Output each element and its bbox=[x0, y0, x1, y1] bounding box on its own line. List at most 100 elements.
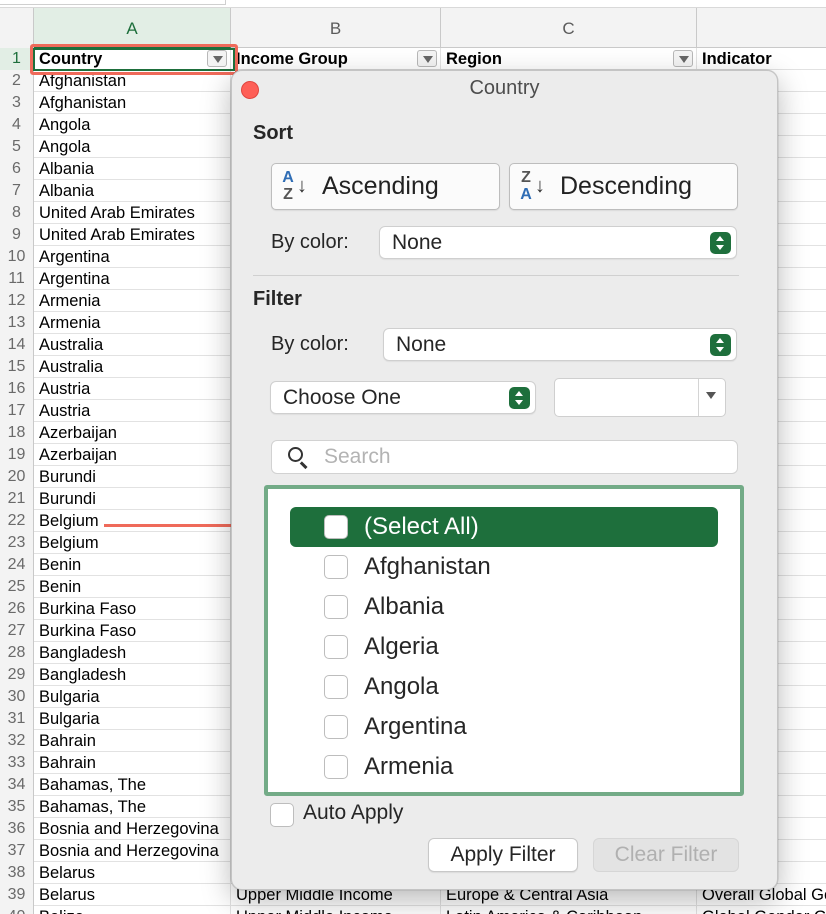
filter-list-item[interactable]: Albania bbox=[290, 587, 718, 627]
cell-country[interactable]: Albania bbox=[34, 180, 231, 202]
row-number[interactable]: 6 bbox=[0, 158, 34, 180]
auto-apply-label[interactable]: Auto Apply bbox=[303, 801, 403, 825]
cell-region[interactable]: Latin America & Caribbean bbox=[441, 906, 697, 914]
cell-country[interactable]: Benin bbox=[34, 576, 231, 598]
row-number[interactable]: 4 bbox=[0, 114, 34, 136]
row-number[interactable]: 29 bbox=[0, 664, 34, 686]
cell-country[interactable]: Bahamas, The bbox=[34, 774, 231, 796]
row-number[interactable]: 34 bbox=[0, 774, 34, 796]
filter-list-item[interactable]: Angola bbox=[290, 667, 718, 707]
row-number[interactable]: 13 bbox=[0, 312, 34, 334]
cell-country[interactable]: Belgium bbox=[34, 532, 231, 554]
row-number[interactable]: 16 bbox=[0, 378, 34, 400]
row-number[interactable]: 38 bbox=[0, 862, 34, 884]
cell-country[interactable]: Belarus bbox=[34, 862, 231, 884]
cell-country[interactable]: Burundi bbox=[34, 466, 231, 488]
row-number[interactable]: 35 bbox=[0, 796, 34, 818]
row-number[interactable]: 20 bbox=[0, 466, 34, 488]
row-number[interactable]: 37 bbox=[0, 840, 34, 862]
column-header-d[interactable] bbox=[697, 8, 826, 48]
item-checkbox[interactable] bbox=[324, 715, 348, 739]
cell-income-group[interactable]: Upper Middle Income bbox=[231, 906, 441, 914]
income-group-filter-dropdown-button[interactable] bbox=[417, 50, 437, 67]
cell-country[interactable]: Bahrain bbox=[34, 752, 231, 774]
cell-country[interactable]: Belarus bbox=[34, 884, 231, 906]
filter-list-item[interactable]: Algeria bbox=[290, 627, 718, 667]
chevron-down-icon[interactable] bbox=[706, 392, 716, 399]
cell-country[interactable]: Burkina Faso bbox=[34, 620, 231, 642]
row-number[interactable]: 33 bbox=[0, 752, 34, 774]
cell-country[interactable]: Bahamas, The bbox=[34, 796, 231, 818]
filter-list-item[interactable]: Afghanistan bbox=[290, 547, 718, 587]
column-header-a[interactable]: A bbox=[34, 8, 231, 48]
cell-country[interactable]: Benin bbox=[34, 554, 231, 576]
auto-apply-checkbox[interactable] bbox=[270, 803, 294, 827]
row-number[interactable]: 21 bbox=[0, 488, 34, 510]
cell-country[interactable]: Belgium bbox=[34, 510, 231, 532]
cell-country[interactable]: United Arab Emirates bbox=[34, 202, 231, 224]
cell-country[interactable]: Azerbaijan bbox=[34, 444, 231, 466]
row-number[interactable]: 27 bbox=[0, 620, 34, 642]
row-number[interactable]: 26 bbox=[0, 598, 34, 620]
header-cell-income-group[interactable]: Income Group bbox=[231, 48, 441, 70]
row-number[interactable]: 31 bbox=[0, 708, 34, 730]
row-number[interactable]: 23 bbox=[0, 532, 34, 554]
row-number[interactable]: 22 bbox=[0, 510, 34, 532]
row-number[interactable]: 24 bbox=[0, 554, 34, 576]
sort-descending-button[interactable]: Z A ↓ Descending bbox=[509, 163, 738, 210]
cell-country[interactable]: Armenia bbox=[34, 312, 231, 334]
row-number[interactable]: 36 bbox=[0, 818, 34, 840]
condition-select[interactable]: Choose One bbox=[270, 381, 536, 414]
column-header-b[interactable]: B bbox=[231, 8, 441, 48]
cell-country[interactable]: Angola bbox=[34, 136, 231, 158]
row-number[interactable]: 32 bbox=[0, 730, 34, 752]
cell-country[interactable]: Argentina bbox=[34, 268, 231, 290]
row-number[interactable]: 5 bbox=[0, 136, 34, 158]
row-number[interactable]: 10 bbox=[0, 246, 34, 268]
cell-country[interactable]: Bulgaria bbox=[34, 686, 231, 708]
cell-country[interactable]: Burundi bbox=[34, 488, 231, 510]
item-checkbox[interactable] bbox=[324, 635, 348, 659]
cell-country[interactable]: Burkina Faso bbox=[34, 598, 231, 620]
cell-country[interactable]: Austria bbox=[34, 400, 231, 422]
cell-country[interactable]: Bosnia and Herzegovina bbox=[34, 840, 231, 862]
clear-filter-button[interactable]: Clear Filter bbox=[593, 838, 739, 872]
header-cell-region[interactable]: Region bbox=[441, 48, 697, 70]
row-number[interactable]: 19 bbox=[0, 444, 34, 466]
search-field[interactable]: Search bbox=[271, 440, 738, 474]
filter-list-item[interactable]: (Select All) bbox=[290, 507, 718, 547]
cell-country[interactable]: Bahrain bbox=[34, 730, 231, 752]
item-checkbox[interactable] bbox=[324, 755, 348, 779]
item-checkbox[interactable] bbox=[324, 595, 348, 619]
row-number[interactable]: 9 bbox=[0, 224, 34, 246]
row-number[interactable]: 11 bbox=[0, 268, 34, 290]
cell-country[interactable]: Australia bbox=[34, 356, 231, 378]
cell-country[interactable]: United Arab Emirates bbox=[34, 224, 231, 246]
cell-country[interactable]: Albania bbox=[34, 158, 231, 180]
cell-country[interactable]: Bosnia and Herzegovina bbox=[34, 818, 231, 840]
filter-list-item[interactable]: Armenia bbox=[290, 747, 718, 787]
row-number[interactable]: 28 bbox=[0, 642, 34, 664]
header-cell-indicator[interactable]: Indicator bbox=[697, 48, 826, 70]
row-number[interactable]: 25 bbox=[0, 576, 34, 598]
cell-indicator[interactable]: Global Gender Gap bbox=[697, 906, 826, 914]
item-checkbox[interactable] bbox=[324, 555, 348, 579]
condition-value-combobox[interactable] bbox=[554, 378, 726, 417]
apply-filter-button[interactable]: Apply Filter bbox=[428, 838, 578, 872]
row-number[interactable]: 1 bbox=[0, 48, 34, 70]
row-number[interactable]: 3 bbox=[0, 92, 34, 114]
filter-values-list[interactable]: (Select All) Afghanistan Albania Algeria Ang… bbox=[264, 485, 744, 796]
cell-country[interactable]: Bulgaria bbox=[34, 708, 231, 730]
select-all-corner[interactable] bbox=[0, 8, 34, 48]
item-checkbox[interactable] bbox=[324, 675, 348, 699]
row-number[interactable]: 12 bbox=[0, 290, 34, 312]
cell-country[interactable]: Argentina bbox=[34, 246, 231, 268]
sort-by-color-select[interactable]: None bbox=[379, 226, 737, 259]
item-checkbox[interactable] bbox=[324, 515, 348, 539]
row-number[interactable]: 2 bbox=[0, 70, 34, 92]
cell-country[interactable]: Azerbaijan bbox=[34, 422, 231, 444]
cell-country[interactable]: Austria bbox=[34, 378, 231, 400]
row-number[interactable]: 17 bbox=[0, 400, 34, 422]
cell-country[interactable]: Angola bbox=[34, 114, 231, 136]
cell-country[interactable]: Afghanistan bbox=[34, 92, 231, 114]
